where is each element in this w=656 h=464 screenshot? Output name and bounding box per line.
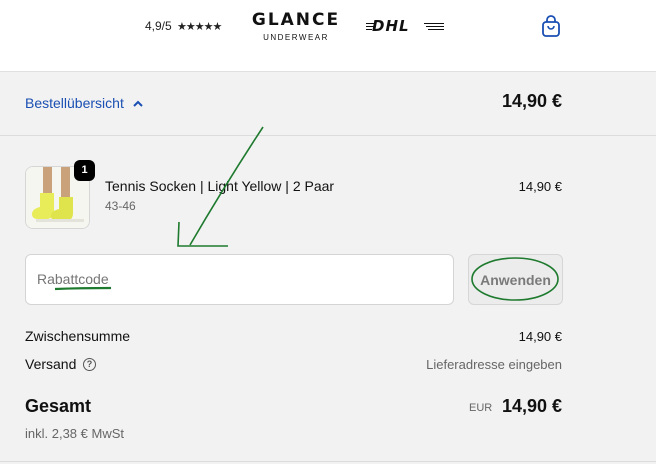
total-currency: EUR — [469, 402, 493, 414]
rating: 4,9/5 ★★★★★ — [145, 19, 222, 33]
product-variant: 43-46 — [105, 199, 136, 213]
discount-code-field[interactable] — [25, 254, 454, 305]
logo-subline: UNDERWEAR — [263, 33, 329, 42]
annotation-arrowhead — [177, 221, 228, 247]
dhl-logo: DHL — [366, 17, 444, 37]
subtotal-label: Zwischensumme — [25, 328, 131, 344]
tax-note: inkl. 2,38 € MwSt — [25, 426, 124, 441]
star-icon: ★★★★★ — [177, 21, 222, 33]
shipping-value: Lieferadresse eingeben — [426, 357, 562, 372]
order-summary-total: 14,90 € — [501, 91, 562, 111]
order-summary-toggle[interactable]: Bestellübersicht 14,90 € — [0, 72, 656, 136]
brand-logo[interactable]: GLANCE UNDERWEAR — [248, 10, 344, 42]
divider — [0, 461, 656, 462]
product-price: 14,90 € — [518, 179, 562, 194]
shopping-bag-icon[interactable] — [540, 14, 562, 38]
subtotal-value: 14,90 € — [518, 329, 562, 344]
total-value: 14,90 € — [501, 396, 562, 416]
quantity-badge: 1 — [74, 160, 95, 181]
apply-discount-button[interactable]: Anwenden — [468, 254, 563, 305]
dhl-logo-text: DHL — [372, 17, 410, 35]
shipping-label: Versand — [25, 356, 77, 372]
discount-code-input[interactable] — [37, 267, 437, 291]
rating-text: 4,9/5 — [145, 19, 172, 33]
help-circle-icon[interactable]: ? — [83, 358, 96, 371]
product-title: Tennis Socken | Light Yellow | 2 Paar — [105, 178, 335, 194]
order-summary-label[interactable]: Bestellübersicht — [25, 95, 124, 111]
logo-wordmark: GLANCE — [251, 10, 341, 30]
chevron-up-icon[interactable] — [132, 99, 144, 109]
site-header: 4,9/5 ★★★★★ GLANCE UNDERWEAR DHL — [0, 0, 656, 72]
total-label: Gesamt — [25, 396, 92, 416]
